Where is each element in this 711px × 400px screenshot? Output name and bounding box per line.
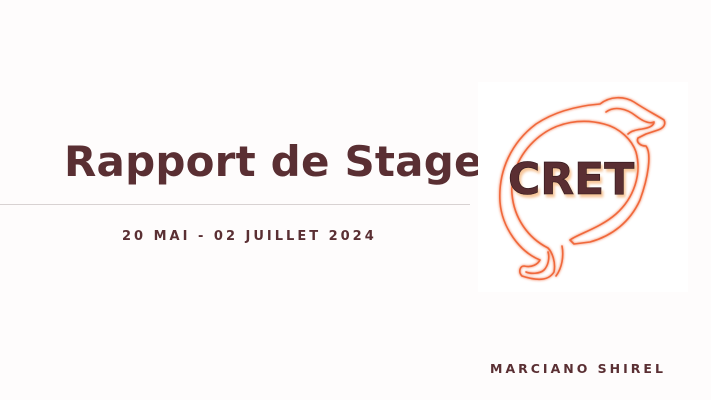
logo-text: CRET [508, 154, 634, 205]
title-slide: Rapport de Stage 20 MAI - 02 JUILLET 202… [0, 0, 711, 400]
cret-logo-graphic: CRET [499, 96, 666, 281]
slide-title: Rapport de Stage [64, 137, 483, 186]
title-divider [0, 204, 470, 205]
internship-dates: 20 MAI - 02 JUILLET 2024 [122, 229, 377, 244]
author-name: MARCIANO SHIREL [490, 361, 666, 376]
cret-logo: CRET [478, 82, 688, 292]
